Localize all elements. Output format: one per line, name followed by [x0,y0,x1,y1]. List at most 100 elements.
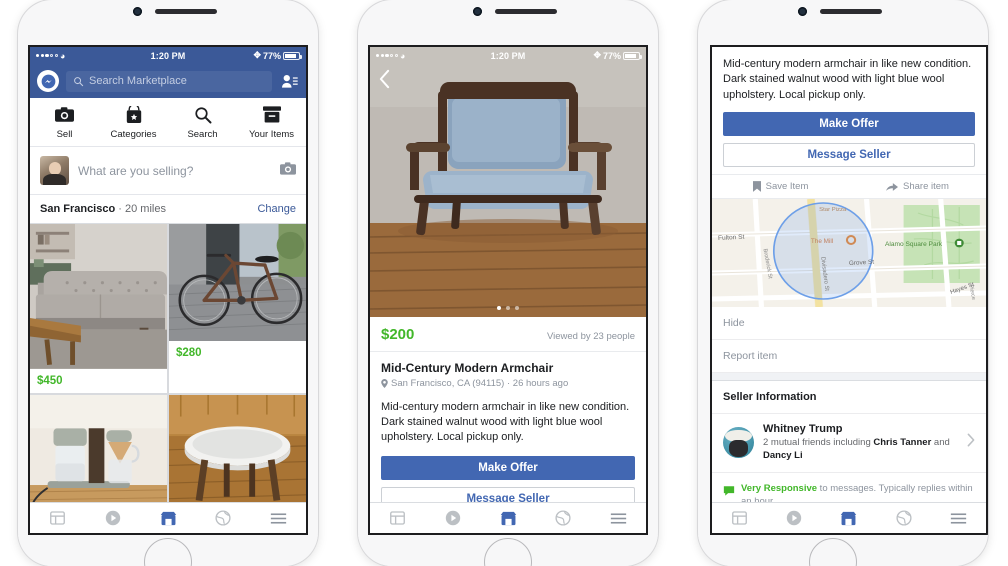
notifications-tab[interactable] [196,510,251,526]
location-bar: San Francisco · 20 miles Change [30,195,306,224]
cold-brew-coffee-maker-photo [30,394,167,508]
marketplace-tab[interactable] [140,511,195,526]
composer-row[interactable]: What are you selling? [30,147,306,195]
road-bicycle-photo [169,224,306,342]
video-tab[interactable] [425,510,480,526]
bluetooth-icon: ✥ [253,50,261,60]
location-pin-icon [381,379,388,388]
notifications-tab[interactable] [876,510,931,526]
save-share-row: Save Item Share item [712,174,986,200]
location-city: San Francisco [40,203,116,215]
marketplace-tab[interactable] [480,511,535,526]
mutual-join: and [931,437,950,449]
camera-icon[interactable] [280,161,296,180]
search-icon [74,76,84,86]
menu-tab[interactable] [931,512,986,525]
marketplace-promo-stage: ◕ 1:20 PM ✥ 77% Search Marketplace Sell … [0,0,1008,566]
search-placeholder: Search Marketplace [89,75,187,87]
battery-icon [623,51,642,60]
categories-box-icon [126,105,142,124]
svg-text:Grove St: Grove St [849,259,875,267]
video-tab[interactable] [85,510,140,526]
phone-3-screen: Mid-century modern armchair in like new … [710,45,988,535]
grey-tufted-sofa-photo [30,224,167,369]
message-seller-button[interactable]: Message Seller [723,143,975,168]
home-button[interactable] [144,538,192,566]
svg-text:Star Pizza: Star Pizza [819,207,847,213]
product-description: Mid-century modern armchair in like new … [381,401,630,444]
earpiece-speaker [495,9,557,14]
phone-3-bottom-bezel [698,535,988,566]
hide-item-row[interactable]: Hide [712,307,986,341]
save-item-button[interactable]: Save Item [712,181,849,192]
front-camera-icon [473,7,482,16]
seller-avatar [723,427,754,459]
back-chevron-icon[interactable] [378,69,391,94]
listing-card-coffee-maker[interactable] [30,394,167,508]
change-location-link[interactable]: Change [257,203,296,215]
share-item-button[interactable]: Share item [849,181,986,192]
marketplace-tab[interactable] [822,511,877,526]
marketplace-header: Search Marketplace [30,64,306,98]
menu-tab[interactable] [251,512,306,525]
make-offer-button[interactable]: Make Offer [381,455,635,480]
quick-action-search[interactable]: Search [168,105,237,140]
product-title: Mid-Century Modern Armchair [381,361,554,375]
phone-device-1: ◕ 1:20 PM ✥ 77% Search Marketplace Sell … [18,0,318,566]
camera-icon [55,105,74,124]
status-bar: ◕ 1:20 PM ✥ 77% [30,47,306,64]
wifi-icon: ◕ [399,50,406,61]
status-time: 1:20 PM [150,50,186,61]
location-map[interactable]: Fulton St Broderick St Divisadero St Gro… [712,199,986,308]
seller-row[interactable]: Whitney Trump 2 mutual friends including… [712,414,986,472]
home-button[interactable] [809,538,857,566]
quick-action-your-items[interactable]: Your Items [237,105,306,140]
quick-action-sell[interactable]: Sell [30,105,99,140]
listing-grid: $450 $280 [30,224,306,508]
location-radius: · 20 miles [118,203,166,215]
quick-action-label: Categories [110,129,157,140]
battery-percent: 77% [602,50,621,61]
cellular-signal-icon [376,53,398,58]
product-hero-image[interactable]: ◕ 1:20 PM ✥ 77% [370,47,646,317]
search-icon [194,105,212,124]
product-title-block: Mid-Century Modern Armchair San Francisc… [370,352,646,391]
svg-text:The Mill: The Mill [811,238,833,245]
video-tab[interactable] [767,510,822,526]
svg-text:Fulton St: Fulton St [718,234,745,242]
notifications-tab[interactable] [536,510,591,526]
bottom-tab-bar [712,502,986,533]
make-offer-button[interactable]: Make Offer [723,112,975,137]
phone-1-top-bezel [18,0,318,45]
quick-action-categories[interactable]: Categories [99,105,168,140]
report-item-row[interactable]: Report item [712,340,986,374]
home-button[interactable] [484,538,532,566]
listing-card-bicycle[interactable]: $280 [169,224,306,393]
friend-requests-icon[interactable] [279,74,299,89]
newsfeed-tab[interactable] [30,511,85,525]
battery-percent: 77% [262,50,281,61]
responsiveness-badge: Very Responsive [741,482,818,494]
product-description: Mid-century modern armchair in like new … [723,58,972,101]
user-avatar [40,156,69,185]
listing-card-side-table[interactable] [169,394,306,508]
menu-tab[interactable] [591,512,646,525]
map-graphic: Fulton St Broderick St Divisadero St Gro… [712,199,986,308]
product-price: $200 [381,326,415,343]
carousel-dots[interactable] [370,306,646,310]
listing-card-sofa[interactable]: $450 [30,224,167,393]
search-input[interactable]: Search Marketplace [66,70,272,92]
listing-price: $280 [169,341,306,366]
armchair-photo [370,47,646,317]
messenger-icon[interactable] [37,70,59,92]
bottom-tab-bar [30,502,306,533]
listing-price: $450 [30,368,167,393]
white-side-table-photo [169,394,306,508]
share-item-label: Share item [903,181,949,193]
newsfeed-tab[interactable] [370,511,425,525]
phone-2-top-bezel [358,0,658,45]
cellular-signal-icon [36,53,58,58]
phone-1-screen: ◕ 1:20 PM ✥ 77% Search Marketplace Sell … [28,45,308,535]
quick-action-label: Your Items [248,129,295,140]
newsfeed-tab[interactable] [712,511,767,525]
